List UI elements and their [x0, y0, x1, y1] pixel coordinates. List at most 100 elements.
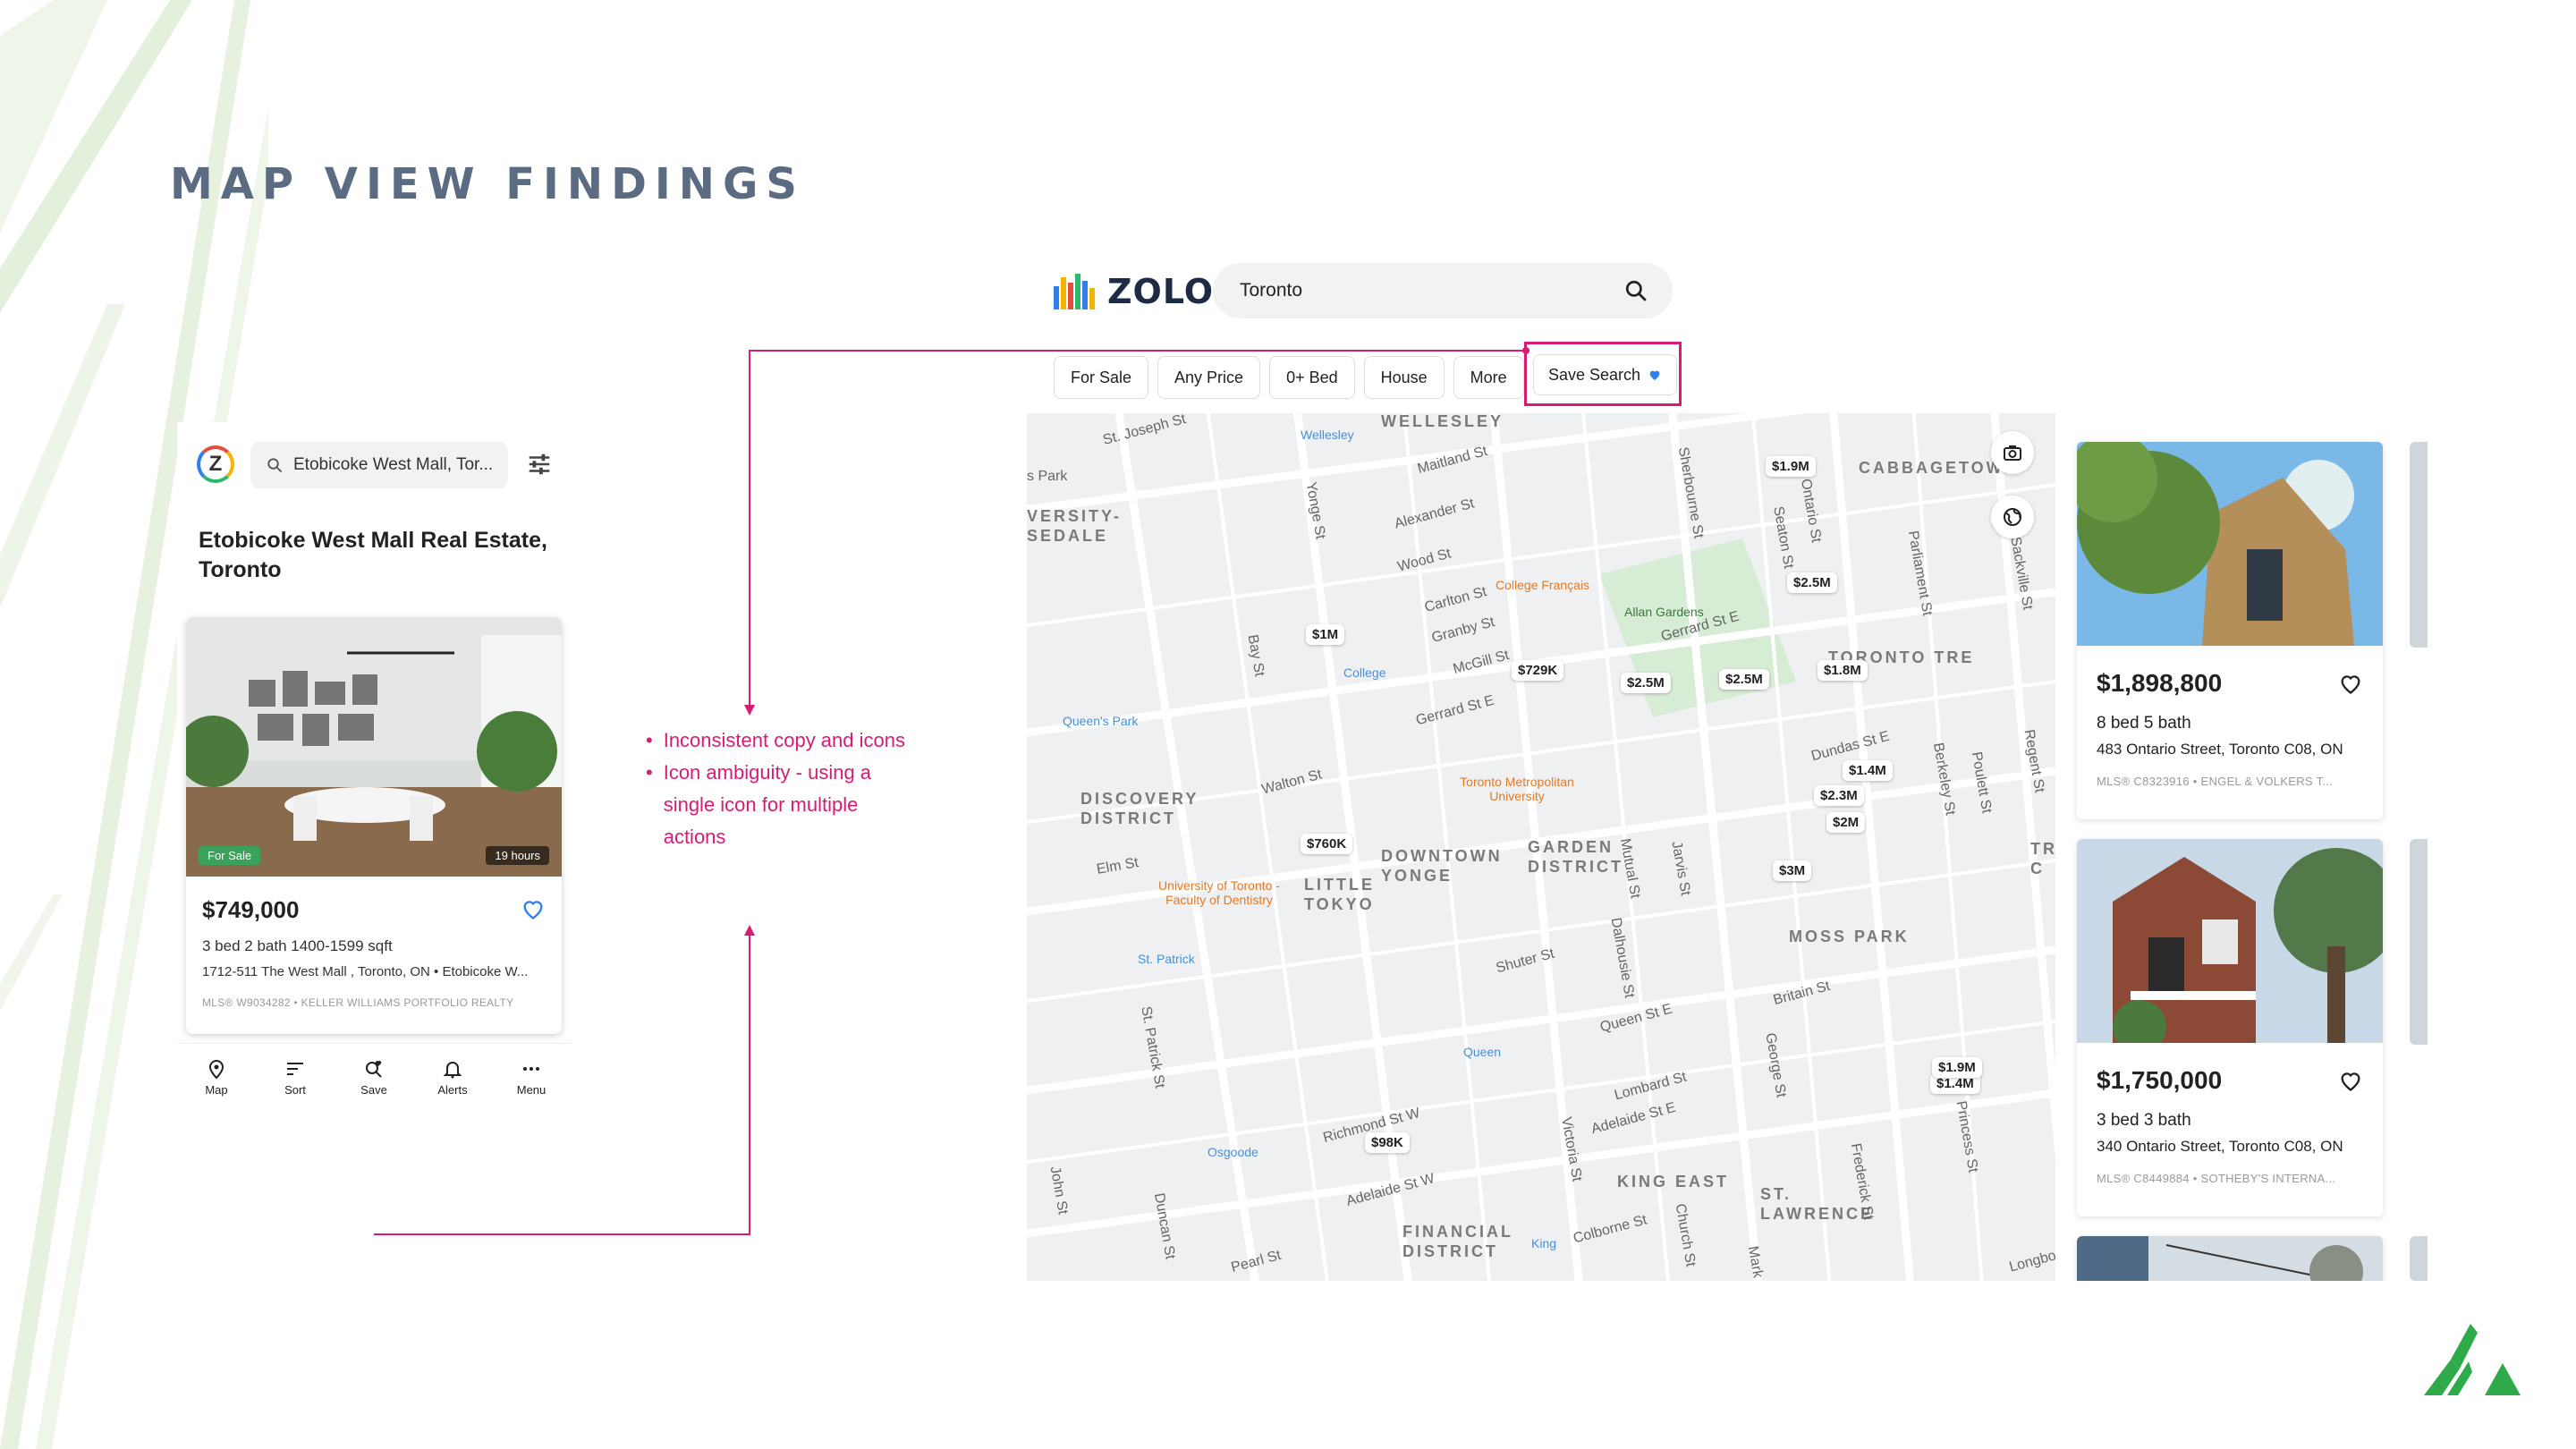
district-university: VERSITY- SEDALE: [1027, 507, 1123, 545]
map-price-pin[interactable]: $729K: [1512, 660, 1564, 681]
listing-specs: 8 bed 5 bath: [2097, 714, 2191, 733]
finding-text: Icon ambiguity - using a single icon for…: [663, 761, 872, 848]
district-downtown-yonge: DOWNTOWN YONGE: [1381, 847, 1503, 885]
listing-address: 340 Ontario Street, Toronto C08, ON: [2097, 1138, 2343, 1155]
mobile-app-screen: Z Etobicoke West Mall, Tor... Etobicoke …: [177, 422, 571, 1111]
nav-save-label: Save: [360, 1083, 387, 1097]
map-label-park: s Park: [1027, 469, 1068, 484]
favorite-heart-icon[interactable]: [2338, 671, 2363, 696]
zolo-bars-logo-icon: [1054, 274, 1095, 309]
listing-specs: 3 bed 2 bath 1400-1599 sqft: [202, 937, 393, 954]
next-listing-peek[interactable]: [2410, 839, 2428, 1045]
district-edge: TR C: [2030, 840, 2055, 877]
listings-panel: $1,898,800 8 bed 5 bath 483 Ontario Stre…: [2055, 413, 2428, 1281]
filter-for-sale[interactable]: For Sale: [1054, 356, 1149, 399]
map-price-pin[interactable]: $1.4M: [1843, 760, 1893, 781]
mobile-page-heading: Etobicoke West Mall Real Estate, Toronto: [199, 528, 547, 582]
map-price-pin[interactable]: $2.5M: [1621, 673, 1671, 693]
district-wellesley: WELLESLEY: [1381, 413, 1504, 430]
more-icon: [523, 1067, 539, 1071]
nav-menu[interactable]: Menu: [500, 1058, 563, 1097]
finding-bullet: • Icon ambiguity - using a single icon fo…: [646, 757, 914, 853]
mobile-listing-card[interactable]: For Sale 19 hours $749,000 3 bed 2 bath …: [186, 617, 562, 1034]
map-price-pin[interactable]: $2.5M: [1787, 572, 1837, 593]
status-badge: For Sale: [199, 846, 261, 865]
nav-save[interactable]: Save: [343, 1058, 405, 1097]
map-layer-button[interactable]: [1991, 496, 2034, 538]
listing-address: 483 Ontario Street, Toronto C08, ON: [2097, 741, 2343, 758]
poi-college-francais: College Français: [1496, 578, 1590, 592]
nav-alerts[interactable]: Alerts: [421, 1058, 484, 1097]
bell-icon: [443, 1062, 462, 1079]
district-little-tokyo: LITTLE TOKYO: [1304, 876, 1375, 913]
save-search-label: Save Search: [1548, 365, 1641, 384]
search-icon[interactable]: [1624, 279, 1648, 302]
save-search-button[interactable]: Save Search: [1533, 354, 1678, 395]
zolo-app-logo[interactable]: Z: [197, 445, 234, 483]
listing-price: $1,750,000: [2097, 1066, 2223, 1094]
poi-allan-gardens: Allan Gardens: [1624, 605, 1704, 619]
map-price-pin[interactable]: $3M: [1773, 860, 1812, 881]
listing-mls: MLS® W9034282 • KELLER WILLIAMS PORTFOLI…: [202, 996, 514, 1009]
camera-button[interactable]: [1991, 431, 2034, 474]
nav-map[interactable]: Map: [185, 1058, 248, 1097]
listing-card[interactable]: [2077, 1236, 2383, 1281]
listing-photo-brick-house: [2077, 839, 2383, 1043]
zolo-logo[interactable]: ZOLO: [1054, 272, 1214, 311]
nav-sort[interactable]: Sort: [264, 1058, 326, 1097]
poi-tmu: Toronto Metropolitan University: [1460, 775, 1574, 803]
map-view[interactable]: CABBAGETOWN TORONTO TRE DISCOVERY DISTRI…: [1027, 413, 2055, 1281]
listing-card[interactable]: $1,898,800 8 bed 5 bath 483 Ontario Stre…: [2077, 442, 2383, 819]
listing-mls: MLS® C8323916 • ENGEL & VOLKERS T...: [2097, 775, 2334, 788]
map-price-pin[interactable]: $1M: [1306, 624, 1345, 645]
map-price-pin[interactable]: $98K: [1365, 1132, 1410, 1153]
filter-price[interactable]: Any Price: [1157, 356, 1261, 399]
desktop-search-input[interactable]: Toronto: [1213, 263, 1673, 318]
mobile-search-input[interactable]: Etobicoke West Mall, Tor...: [250, 442, 508, 488]
favorite-heart-icon[interactable]: [2338, 1068, 2363, 1093]
findings-annotation: • Inconsistent copy and icons • Icon ambig…: [646, 724, 914, 853]
poi-queens-park-station: Queen's Park: [1063, 714, 1139, 728]
filter-beds[interactable]: 0+ Bed: [1269, 356, 1355, 399]
search-value: Toronto: [1240, 280, 1303, 301]
map-price-pin[interactable]: $2.3M: [1814, 785, 1864, 806]
camera-icon: [2004, 445, 2021, 461]
map-price-pin[interactable]: $760K: [1301, 834, 1353, 854]
mobile-search-text: Etobicoke West Mall, Tor...: [293, 455, 494, 474]
filter-more[interactable]: More: [1453, 356, 1524, 399]
mobile-top-bar: Z Etobicoke West Mall, Tor...: [197, 438, 564, 492]
filter-bar: For Sale Any Price 0+ Bed House More: [1054, 356, 1524, 399]
poi-college-station: College: [1343, 665, 1386, 680]
sort-icon: [287, 1063, 303, 1075]
listing-price: $749,000: [202, 896, 300, 923]
company-logo-icon: [2424, 1324, 2521, 1395]
next-listing-peek[interactable]: [2410, 442, 2428, 648]
filter-type[interactable]: House: [1363, 356, 1445, 399]
district-discovery: DISCOVERY DISTRICT: [1080, 790, 1199, 827]
listing-specs: 3 bed 3 bath: [2097, 1111, 2191, 1130]
nav-sort-label: Sort: [284, 1083, 306, 1097]
nav-menu-label: Menu: [516, 1083, 547, 1097]
filter-sliders-icon[interactable]: [526, 451, 553, 478]
listing-card[interactable]: $1,750,000 3 bed 3 bath 340 Ontario Stre…: [2077, 839, 2383, 1216]
district-moss-park: MOSS PARK: [1789, 928, 1910, 945]
mobile-bottom-nav: Map Sort Save Alerts Menu: [177, 1043, 571, 1111]
favorite-heart-icon[interactable]: [521, 896, 546, 921]
save-search-icon: [366, 1061, 382, 1078]
map-price-pin[interactable]: $1.9M: [1766, 456, 1816, 477]
poi-queen-station: Queen: [1463, 1045, 1502, 1059]
time-badge: 19 hours: [486, 846, 549, 865]
district-st-lawrence: ST. LAWRENCE: [1760, 1185, 1874, 1223]
listing-photo-dining-room: [186, 617, 562, 877]
map-price-pin[interactable]: $2M: [1826, 812, 1866, 833]
finding-bullet: • Inconsistent copy and icons: [646, 724, 914, 757]
search-icon: [267, 458, 283, 473]
map-pin-icon: [208, 1060, 225, 1080]
next-listing-peek[interactable]: [2410, 1236, 2428, 1281]
map-price-pin[interactable]: $2.5M: [1719, 669, 1769, 690]
poi-king-station: King: [1531, 1236, 1557, 1250]
listing-photo-building: [2077, 1236, 2383, 1281]
district-garden: GARDEN DISTRICT: [1528, 838, 1623, 876]
map-price-pin[interactable]: $1.9M: [1932, 1057, 1982, 1078]
map-price-pin[interactable]: $1.8M: [1818, 660, 1868, 681]
